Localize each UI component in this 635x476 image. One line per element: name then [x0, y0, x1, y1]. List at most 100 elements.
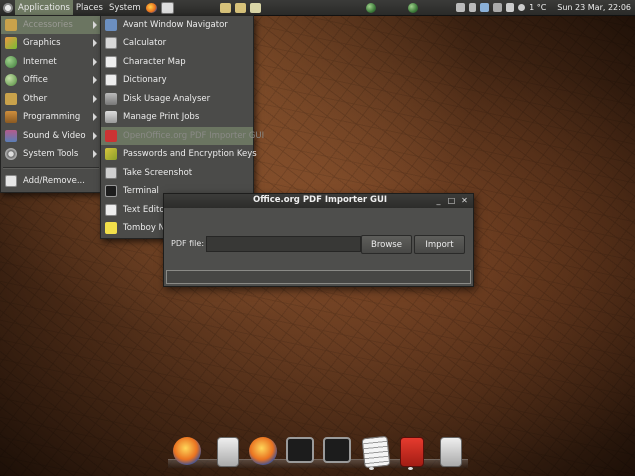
system-menu[interactable]: System: [106, 0, 144, 15]
menu-item-add-remove[interactable]: Add/Remove...: [1, 172, 101, 190]
screenshot-icon: [105, 167, 117, 179]
menu-item-label: Dictionary: [123, 75, 167, 85]
menu-item-label: Add/Remove...: [23, 176, 85, 186]
menu-item-disk-usage[interactable]: Disk Usage Analyser: [101, 90, 253, 108]
menu-item-screenshot[interactable]: Take Screenshot: [101, 164, 253, 182]
monitor-icon[interactable]: [480, 3, 490, 12]
menu-item-label: Programming: [23, 112, 81, 122]
weather-icon[interactable]: [518, 4, 526, 11]
system-tools-icon: [5, 148, 17, 160]
menu-item-label: System Tools: [23, 149, 79, 159]
menu-item-label: Avant Window Navigator: [123, 20, 228, 30]
applications-dropdown: Accessories Graphics Internet Office Oth…: [0, 15, 102, 193]
applications-menu[interactable]: Applications: [15, 0, 73, 15]
firefox-icon[interactable]: [249, 437, 277, 465]
menu-item-other[interactable]: Other: [1, 90, 101, 108]
import-button[interactable]: Import: [414, 235, 465, 254]
pdf-icon[interactable]: [400, 437, 424, 467]
pdf-importer-window: Office.org PDF Importer GUI _ □ ✕ PDF fi…: [163, 193, 474, 287]
pdf-file-label: PDF file:: [171, 239, 205, 248]
folder-icon[interactable]: [234, 2, 246, 13]
system-tray: 1 °C Sun 23 Mar, 22:06: [366, 0, 635, 15]
terminal-icon: [105, 185, 117, 197]
menu-item-label: Disk Usage Analyser: [123, 94, 211, 104]
menu-item-print-jobs[interactable]: Manage Print Jobs: [101, 108, 253, 126]
close-icon[interactable]: ✕: [460, 196, 469, 205]
menu-item-label: Accessories: [23, 20, 73, 30]
menu-item-passwords[interactable]: Passwords and Encryption Keys: [101, 145, 257, 163]
places-menu[interactable]: Places: [73, 0, 106, 15]
clock[interactable]: Sun 23 Mar, 22:06: [557, 3, 631, 12]
terminal-icon[interactable]: [286, 437, 314, 463]
internet-icon: [5, 56, 17, 68]
menu-item-programming[interactable]: Programming: [1, 108, 101, 126]
menu-item-label: Character Map: [123, 57, 186, 67]
keys-icon: [105, 148, 117, 160]
office-icon: [5, 74, 17, 86]
sound-video-icon: [5, 130, 17, 142]
network-icon[interactable]: [408, 2, 419, 13]
menu-item-sound-video[interactable]: Sound & Video: [1, 127, 101, 145]
drive-icon[interactable]: [249, 2, 261, 13]
battery-icon[interactable]: [469, 3, 477, 12]
menu-item-character-map[interactable]: Character Map: [101, 53, 253, 71]
pdf-importer-icon: [105, 130, 117, 142]
network-icon[interactable]: [366, 2, 377, 13]
mail-icon[interactable]: [456, 3, 466, 12]
volume-icon[interactable]: [506, 3, 515, 12]
menu-item-graphics[interactable]: Graphics: [1, 34, 101, 52]
window-titlebar[interactable]: Office.org PDF Importer GUI _ □ ✕: [164, 194, 473, 208]
menu-item-awn[interactable]: Avant Window Navigator: [101, 16, 253, 34]
running-indicator: [408, 467, 413, 470]
menu-item-office[interactable]: Office: [1, 71, 101, 89]
add-remove-icon: [5, 175, 17, 187]
terminal-icon[interactable]: [323, 437, 351, 463]
menu-item-label: Office: [23, 75, 48, 85]
disk-usage-icon: [105, 93, 117, 105]
menu-item-internet[interactable]: Internet: [1, 53, 101, 71]
text-editor-icon[interactable]: [361, 435, 391, 469]
minimize-icon[interactable]: _: [434, 196, 443, 205]
weather-temp: 1 °C: [529, 3, 547, 12]
awn-icon: [105, 19, 117, 31]
menu-item-label: Other: [23, 94, 48, 104]
chevron-right-icon: [93, 150, 97, 158]
browse-button[interactable]: Browse: [361, 235, 412, 254]
menu-item-system-tools[interactable]: System Tools: [1, 145, 101, 163]
firefox-icon[interactable]: [145, 2, 157, 13]
printer-icon: [105, 111, 117, 123]
menu-item-label: Manage Print Jobs: [123, 112, 200, 122]
tomboy-icon: [105, 222, 117, 234]
window-title: Office.org PDF Importer GUI: [253, 195, 388, 205]
top-panel: Applications Places System 1 °C Sun 23 M…: [0, 0, 635, 16]
file-icon[interactable]: [440, 437, 462, 467]
menu-item-label: Internet: [23, 57, 57, 67]
display-icon[interactable]: [493, 3, 503, 12]
menu-item-label: Take Screenshot: [123, 168, 193, 178]
menu-item-accessories[interactable]: Accessories: [1, 16, 101, 34]
text-editor-icon: [105, 204, 117, 216]
status-bar: [166, 270, 471, 284]
maximize-icon[interactable]: □: [447, 196, 456, 205]
calculator-icon: [105, 37, 117, 49]
menu-separator: [3, 167, 99, 169]
file-icon[interactable]: [217, 437, 239, 467]
chevron-right-icon: [93, 58, 97, 66]
menu-item-label: OpenOffice.org PDF Importer GUI: [123, 131, 265, 141]
other-icon: [5, 93, 17, 105]
pdf-file-input[interactable]: [206, 236, 361, 252]
foot-icon[interactable]: [3, 2, 13, 13]
mail-icon[interactable]: [160, 1, 174, 14]
firefox-icon[interactable]: [173, 437, 201, 465]
folder-icon[interactable]: [219, 2, 231, 13]
menu-item-label: Terminal: [123, 186, 159, 196]
character-map-icon: [105, 56, 117, 68]
dictionary-icon: [105, 74, 117, 86]
graphics-icon: [5, 37, 17, 49]
menu-item-pdf-importer[interactable]: OpenOffice.org PDF Importer GUI: [101, 127, 264, 145]
chevron-right-icon: [93, 113, 97, 121]
accessories-icon: [5, 19, 17, 31]
menu-item-label: Passwords and Encryption Keys: [123, 149, 257, 159]
menu-item-calculator[interactable]: Calculator: [101, 34, 253, 52]
menu-item-dictionary[interactable]: Dictionary: [101, 71, 253, 89]
